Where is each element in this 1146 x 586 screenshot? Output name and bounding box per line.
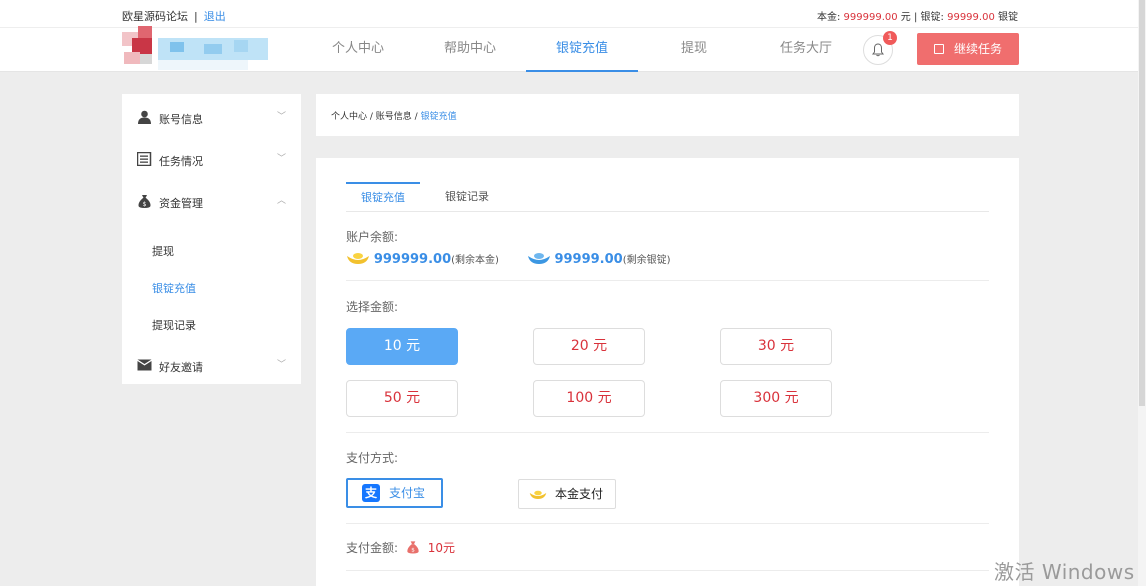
sidebar-item-label: 资金管理 [159, 197, 203, 210]
money-bag-icon: $ [138, 195, 151, 208]
chevron-up-icon: ︿ [277, 196, 287, 206]
gold-ingot-icon [529, 490, 547, 499]
payment-method-label: 支付方式: [346, 451, 399, 465]
nav-ingot-recharge[interactable]: 银锭充值 [526, 28, 638, 72]
site-logo[interactable] [118, 24, 276, 76]
chevron-down-icon: ﹀ [277, 360, 287, 370]
ingot-note: (剩余银锭) [622, 255, 671, 266]
balance-summary: 本金: 999999.00 元 | 银锭: 99999.00 银锭 [817, 8, 1018, 23]
breadcrumb-personal-center[interactable]: 个人中心 [331, 112, 367, 122]
alipay-label: 支付宝 [389, 486, 426, 500]
principal-pay-option[interactable]: 本金支付 [518, 479, 616, 509]
main-header: 个人中心 帮助中心 银锭充值 提现 任务大厅 1 继续任务 [0, 26, 1146, 72]
gold-ingot-icon [347, 253, 369, 264]
payment-total: 支付金额: $ 10元 [346, 539, 455, 556]
amount-option-20[interactable]: 20 元 [533, 328, 645, 365]
breadcrumb-sep: / [411, 112, 421, 122]
amount-option-50[interactable]: 50 元 [346, 380, 458, 417]
windows-activation-watermark: 激活 Windows [994, 560, 1135, 584]
divider [346, 280, 989, 281]
nav-task-hall[interactable]: 任务大厅 [750, 28, 862, 72]
principal-note: (剩余本金) [451, 255, 499, 266]
sidebar-item-fund-management[interactable]: $ 资金管理 ︿ [122, 180, 301, 220]
amount-label: 选择金额: [346, 300, 399, 314]
ingot-unit: 银锭 [998, 12, 1018, 23]
continue-task-button[interactable]: 继续任务 [917, 33, 1019, 65]
alipay-option[interactable]: 支 支付宝 [346, 478, 443, 508]
user-icon [138, 110, 151, 124]
recharge-panel: 银锭充值 银锭记录 账户余额: 999999.00(剩余本金) 99999.00… [316, 158, 1019, 586]
principal-label: 本金: [816, 12, 841, 23]
site-name: 欧星源码论坛 [122, 10, 188, 23]
sidebar-item-task-status[interactable]: 任务情况 ﹀ [122, 138, 301, 178]
balance-line: 999999.00(剩余本金) 99999.00(剩余银锭) [346, 251, 671, 271]
breadcrumb-bar: 个人中心 / 账号信息 / 银锭充值 [316, 94, 1019, 136]
alipay-icon: 支 [362, 484, 380, 502]
principal-pay-label: 本金支付 [555, 487, 604, 501]
logout-link[interactable]: 退出 [204, 10, 226, 23]
sidebar-subitem-withdraw[interactable]: 提现 [152, 243, 174, 259]
amount-option-30[interactable]: 30 元 [720, 328, 832, 365]
page-scrollbar[interactable] [1138, 0, 1146, 586]
divider [346, 570, 989, 571]
task-icon [933, 44, 944, 54]
tab-bar: 银锭充值 银锭记录 [346, 182, 989, 212]
list-icon [137, 152, 152, 166]
sidebar-subitem-withdraw-records[interactable]: 提现记录 [152, 317, 196, 333]
separator: | [194, 10, 198, 23]
breadcrumb: 个人中心 / 账号信息 / 银锭充值 [331, 109, 457, 122]
tab-ingot-records[interactable]: 银锭记录 [430, 182, 504, 212]
sidebar-item-label: 好友邀请 [159, 361, 203, 374]
principal-value: 999999.00 [843, 12, 898, 23]
sidebar-subitem-ingot-recharge[interactable]: 银锭充值 [152, 280, 196, 296]
sidebar-item-account-info[interactable]: 账号信息 ﹀ [122, 96, 301, 136]
breadcrumb-sep: / [367, 112, 376, 122]
sidebar-item-label: 任务情况 [159, 155, 203, 168]
divider [346, 523, 989, 524]
notification-badge: 1 [883, 31, 897, 45]
chevron-down-icon: ﹀ [277, 112, 287, 122]
money-bag-icon: $ [407, 541, 419, 554]
breadcrumb-current: 银锭充值 [420, 112, 457, 122]
sidebar-item-friend-invite[interactable]: 好友邀请 ﹀ [122, 344, 301, 384]
site-info: 欧星源码论坛 | 退出 [122, 8, 226, 24]
scrollbar-thumb[interactable] [1139, 0, 1145, 406]
tab-ingot-recharge[interactable]: 银锭充值 [346, 182, 420, 212]
nav-help-center[interactable]: 帮助中心 [414, 28, 526, 72]
payment-total-value: 10元 [427, 541, 455, 555]
balance-label: 账户余额: [346, 230, 399, 244]
ingot-balance: 99999.00 [554, 252, 623, 267]
silver-ingot-icon [527, 253, 550, 264]
chevron-down-icon: ﹀ [277, 154, 287, 164]
notification-button[interactable]: 1 [863, 31, 897, 65]
divider [346, 432, 989, 433]
sidebar-item-label: 账号信息 [159, 113, 203, 126]
ingot-label: 银锭: [920, 12, 944, 23]
amount-option-10[interactable]: 10 元 [346, 328, 458, 365]
svg-text:$: $ [143, 201, 147, 208]
nav-personal-center[interactable]: 个人中心 [302, 28, 414, 72]
main-nav: 个人中心 帮助中心 银锭充值 提现 任务大厅 [302, 28, 862, 72]
payment-total-label: 支付金额: [346, 541, 399, 555]
breadcrumb-account-info[interactable]: 账号信息 [376, 112, 412, 122]
balance-separator: | [913, 12, 918, 23]
bell-icon [872, 43, 884, 57]
svg-text:$: $ [411, 548, 415, 554]
sidebar: 账号信息 ﹀ 任务情况 ﹀ $ 资金管理 ︿ 提现 银锭充值 提现记录 好友邀请… [122, 94, 301, 384]
amount-option-300[interactable]: 300 元 [720, 380, 832, 417]
nav-withdraw[interactable]: 提现 [638, 28, 750, 72]
envelope-icon [137, 359, 152, 371]
principal-unit: 元 [900, 12, 911, 23]
ingot-value: 99999.00 [947, 12, 995, 23]
principal-balance: 999999.00 [373, 252, 452, 267]
continue-task-label: 继续任务 [953, 42, 1002, 56]
amount-option-100[interactable]: 100 元 [533, 380, 645, 417]
